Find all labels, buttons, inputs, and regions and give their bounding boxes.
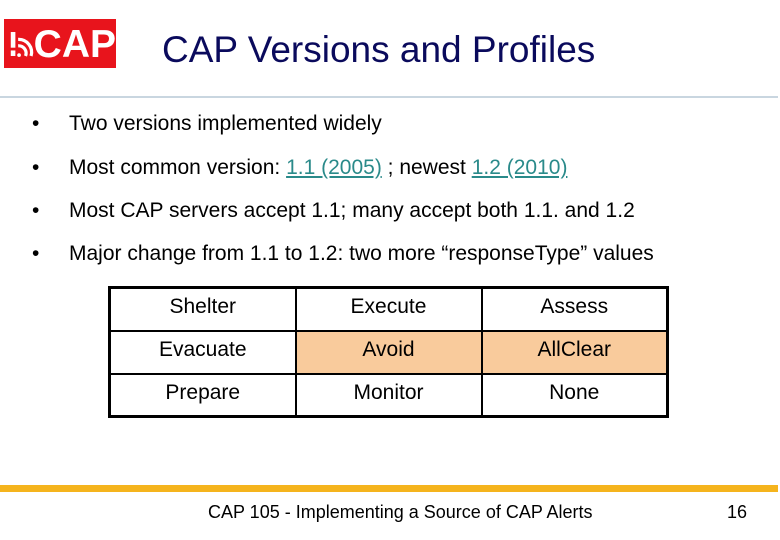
table-cell: Prepare: [108, 372, 297, 418]
table-row: Prepare Monitor None: [108, 372, 669, 418]
table-cell: Assess: [480, 286, 669, 332]
table-row: Evacuate Avoid AllClear: [108, 329, 669, 375]
slide-title: CAP Versions and Profiles: [162, 29, 596, 70]
table-row: Shelter Execute Assess: [108, 286, 669, 332]
table-cell: Avoid: [294, 329, 483, 375]
link-cap-1-1[interactable]: 1.1 (2005): [286, 156, 382, 179]
table-cell: Evacuate: [108, 329, 297, 375]
footer-title: CAP 105 - Implementing a Source of CAP A…: [208, 502, 593, 522]
bullet-marker: •: [32, 156, 40, 179]
table-cell: Shelter: [108, 286, 297, 332]
table-cell: Execute: [294, 286, 483, 332]
bullet-marker: •: [32, 199, 40, 222]
link-cap-1-2[interactable]: 1.2 (2010): [472, 156, 568, 179]
bullet-text: Major change from 1.1 to 1.2: two more “…: [69, 242, 654, 265]
bullet-text: Two versions implemented widely: [69, 112, 382, 135]
bullet-marker: •: [32, 242, 40, 265]
bullet-marker: •: [32, 112, 40, 135]
bullet-text-middle: ; newest: [381, 156, 472, 179]
cap-logo: CAP: [4, 19, 116, 68]
title-divider: [0, 96, 778, 98]
table-cell: None: [480, 372, 669, 418]
alert-broadcast-icon: [10, 31, 34, 57]
bullet-text-prefix: Most common version:: [69, 156, 287, 179]
page-number: 16: [727, 502, 748, 522]
bullet-text: Most common version: 1.1 (2005) ; newest…: [69, 153, 567, 183]
table-cell: AllClear: [480, 329, 669, 375]
logo-text: CAP: [33, 22, 116, 66]
response-type-table: Shelter Execute Assess Evacuate Avoid AllClea…: [108, 286, 669, 418]
table-cell: Monitor: [294, 372, 483, 418]
bullet-text: Most CAP servers accept 1.1; many accept…: [69, 199, 635, 222]
footer-bar: [0, 485, 778, 492]
